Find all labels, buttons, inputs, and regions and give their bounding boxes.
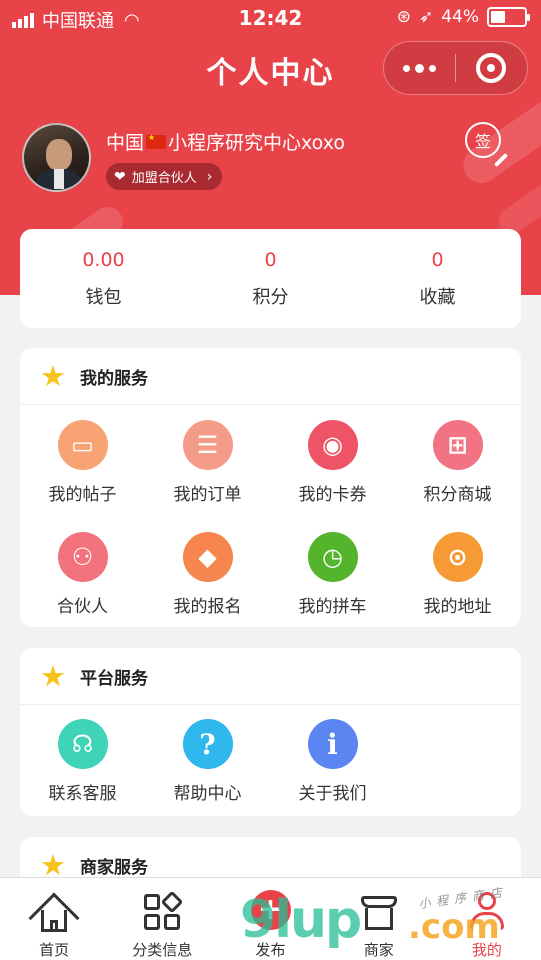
coupon-icon: ◉ [307, 420, 358, 470]
stat-value: 0.00 [82, 248, 125, 271]
service-item[interactable]: ⚇ 合伙人 [20, 532, 145, 627]
service-item[interactable]: ◷ 我的拼车 [270, 532, 395, 627]
stat-value: 0 [431, 248, 444, 271]
username-prefix: 中国 [106, 132, 145, 154]
sign-in-button[interactable]: 签 [465, 122, 509, 168]
status-bar: 中国联通 ◠ 12:42 ⊛ ➶ 44% [0, 0, 541, 36]
star-icon: ★ [40, 358, 66, 393]
battery-percent: 44% [441, 7, 479, 27]
tab-label: 我的 [471, 941, 502, 959]
stat-points[interactable]: 0 积分 [187, 229, 354, 328]
platform-services-section: ★ 平台服务 ☊ 联系客服? 帮助中心 i 关于我们 [20, 648, 521, 816]
section-header: ★ 我的服务 [20, 348, 521, 405]
section-header: ★ 平台服务 [20, 648, 521, 705]
join-partner-button[interactable]: ❤ 加盟合伙人 › [106, 163, 223, 190]
service-item[interactable]: ☰ 我的订单 [145, 420, 270, 532]
tab-bar: 首页 分类信息 + 发布 商家 我的 [0, 877, 541, 960]
location-icon: ⊙ [432, 532, 483, 582]
service-item-label: 我的帖子 [48, 485, 117, 505]
tab-label: 发布 [255, 941, 286, 959]
avatar[interactable] [22, 123, 91, 192]
category-icon [140, 890, 184, 933]
service-item-label: 积分商城 [423, 485, 492, 505]
section-title: 平台服务 [80, 668, 148, 689]
service-item-label: 我的拼车 [298, 597, 367, 617]
tab-shop[interactable]: 商家 [325, 878, 433, 960]
sign-in-label: 签 [474, 132, 491, 151]
service-item[interactable]: ⊞ 积分商城 [395, 420, 520, 532]
service-item-label: 我的卡券 [298, 485, 367, 505]
info-icon: i [307, 719, 358, 769]
battery-icon [487, 7, 530, 27]
headset-icon: ☊ [57, 719, 108, 769]
tab-me[interactable]: 我的 [433, 878, 541, 960]
me-icon [465, 890, 509, 933]
clock-icon: ◷ [307, 532, 358, 582]
service-item[interactable]: ☊ 联系客服 [20, 719, 145, 804]
service-item-label: 我的订单 [173, 485, 242, 505]
target-icon [476, 53, 507, 83]
section-title: 我的服务 [80, 368, 148, 389]
tab-label: 分类信息 [132, 941, 193, 959]
clipboard-icon: ☰ [182, 420, 233, 470]
heart-icon: ❤ [114, 168, 126, 185]
service-item-label: 合伙人 [57, 597, 108, 617]
card-icon: ▭ [57, 420, 108, 470]
shop-icon [357, 890, 401, 933]
diamond-icon: ◆ [182, 532, 233, 582]
service-item[interactable]: ⊙ 我的地址 [395, 532, 520, 627]
home-icon [28, 890, 80, 944]
star-icon: ★ [40, 658, 66, 693]
service-item-label: 我的报名 [173, 597, 242, 617]
stat-label: 收藏 [419, 286, 456, 308]
gift-icon: ⊞ [432, 420, 483, 470]
tab-home[interactable]: 首页 [0, 878, 108, 960]
publish-icon: + [250, 889, 291, 930]
my-services-section: ★ 我的服务 ▭ 我的帖子 ☰ 我的订单 ◉ 我的卡券 ⊞ 积分商城 ⚇ 合伙人 ◆ 我的报名 ◷ 我的拼… [20, 348, 521, 627]
stat-favorites[interactable]: 0 收藏 [354, 229, 521, 328]
service-item[interactable]: ◉ 我的卡券 [270, 420, 395, 532]
tab-label: 商家 [363, 941, 394, 959]
stat-wallet[interactable]: 0.00 钱包 [20, 229, 187, 328]
china-flag-icon [146, 133, 167, 149]
partners-icon: ⚇ [57, 532, 108, 582]
publish-icon-wrap: + [249, 889, 293, 933]
service-item[interactable]: ◆ 我的报名 [145, 532, 270, 627]
service-item-label: 我的地址 [423, 597, 492, 617]
location-arrow-icon: ➶ [418, 7, 434, 27]
service-item[interactable]: ? 帮助中心 [145, 719, 270, 804]
more-menu-button[interactable] [384, 42, 455, 94]
service-item-label: 联系客服 [48, 784, 117, 804]
stats-card: 0.00 钱包 0 积分 0 收藏 [20, 229, 521, 328]
chevron-right-icon: › [206, 168, 213, 185]
stat-label: 积分 [252, 286, 289, 308]
star-icon: ★ [40, 848, 66, 882]
section-title: 商家服务 [80, 858, 148, 878]
service-item-label: 帮助中心 [173, 784, 242, 804]
help-icon: ? [182, 719, 233, 769]
stat-label: 钱包 [85, 286, 122, 308]
username-suffix: 小程序研究中心xoxo [168, 132, 345, 154]
miniprogram-capsule [383, 41, 528, 95]
stat-value: 0 [264, 248, 277, 271]
service-item-label: 关于我们 [298, 784, 367, 804]
service-item[interactable]: i 关于我们 [270, 719, 395, 804]
tab-publish[interactable]: + 发布 [216, 878, 324, 960]
join-partner-label: 加盟合伙人 [131, 171, 197, 186]
service-item[interactable]: ▭ 我的帖子 [20, 420, 145, 532]
orientation-lock-icon: ⊛ [396, 7, 411, 27]
tab-category[interactable]: 分类信息 [108, 878, 216, 960]
close-miniprogram-button[interactable] [456, 42, 527, 94]
username: 中国 小程序研究中心xoxo [106, 128, 345, 155]
